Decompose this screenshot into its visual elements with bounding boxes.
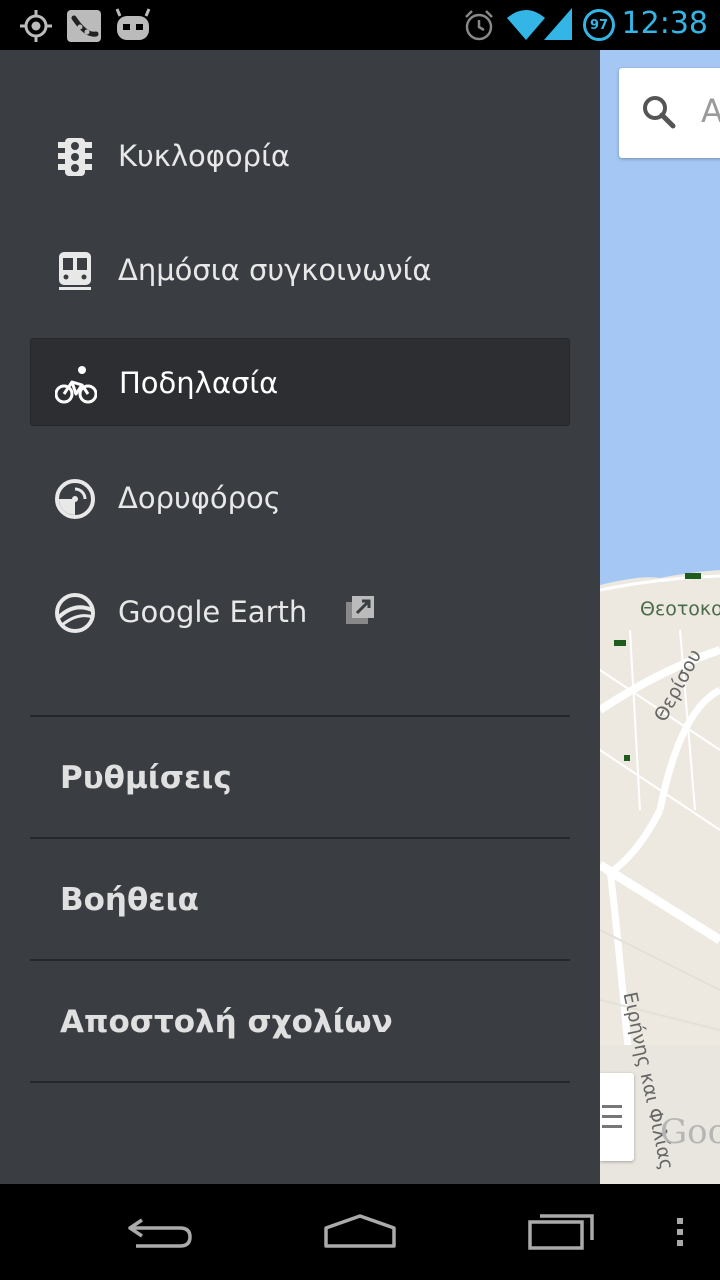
overflow-menu-button[interactable] — [670, 1206, 690, 1258]
drawer-divider — [30, 715, 570, 717]
layer-label-traffic: Κυκλοφορία — [118, 139, 291, 173]
menu-item-settings[interactable]: Ρυθμίσεις — [60, 760, 232, 796]
signal-icon — [544, 8, 572, 40]
alarm-icon — [465, 10, 493, 41]
wifi-icon — [507, 10, 545, 40]
status-time: 12:38 — [621, 6, 708, 41]
satellite-icon — [55, 479, 95, 519]
menu-item-send-feedback[interactable]: Αποστολή σχολίων — [60, 1004, 393, 1040]
transit-icon — [59, 252, 91, 290]
pea-icon — [67, 10, 101, 42]
google-watermark: Goog — [660, 1112, 720, 1152]
drawer-divider — [30, 959, 570, 961]
system-nav-bar — [0, 1184, 720, 1280]
layer-item-traffic[interactable]: Κυκλοφορία — [30, 112, 570, 200]
hamburger-icon — [602, 1105, 622, 1128]
traffic-light-icon — [58, 138, 92, 176]
layer-item-satellite[interactable]: Δορυφόρος — [30, 454, 570, 542]
google-earth-icon — [55, 593, 95, 633]
drawer-divider — [30, 1081, 570, 1083]
layer-item-bicycling[interactable]: Ποδηλασία — [30, 338, 570, 426]
layer-label-satellite: Δορυφόρος — [118, 481, 281, 515]
layer-label-transit: Δημόσια συγκοινωνία — [118, 253, 432, 287]
layer-item-transit[interactable]: Δημόσια συγκοινωνία — [30, 226, 570, 314]
drawer-divider — [30, 837, 570, 839]
navigation-drawer: Κυκλοφορία Δημόσια συγκοινωνία Ποδηλασία… — [0, 50, 600, 1184]
back-button[interactable] — [122, 1206, 198, 1258]
search-hint: A — [701, 92, 720, 130]
map-label-theotokou: Θεοτοκο — [640, 598, 720, 620]
external-link-icon — [346, 596, 374, 624]
battery-icon: 97 — [583, 9, 615, 41]
map-view[interactable]: A Θεοτοκο Θερίσου Ειρήνης και Φιλίας Goo… — [600, 50, 720, 1184]
map-layers-button[interactable] — [600, 1073, 634, 1161]
bicycle-icon — [55, 366, 97, 404]
layer-label-google-earth: Google Earth — [118, 595, 308, 629]
layer-item-google-earth[interactable]: Google Earth — [30, 568, 570, 656]
location-icon — [20, 10, 52, 42]
home-button[interactable] — [320, 1206, 400, 1258]
recents-button[interactable] — [524, 1206, 600, 1258]
map-search-box[interactable]: A — [619, 68, 720, 158]
menu-item-help[interactable]: Βοήθεια — [60, 882, 199, 918]
status-bar: 97 12:38 — [0, 0, 720, 50]
android-icon — [115, 8, 151, 40]
layer-label-bicycling: Ποδηλασία — [119, 366, 279, 400]
search-icon — [643, 96, 676, 129]
